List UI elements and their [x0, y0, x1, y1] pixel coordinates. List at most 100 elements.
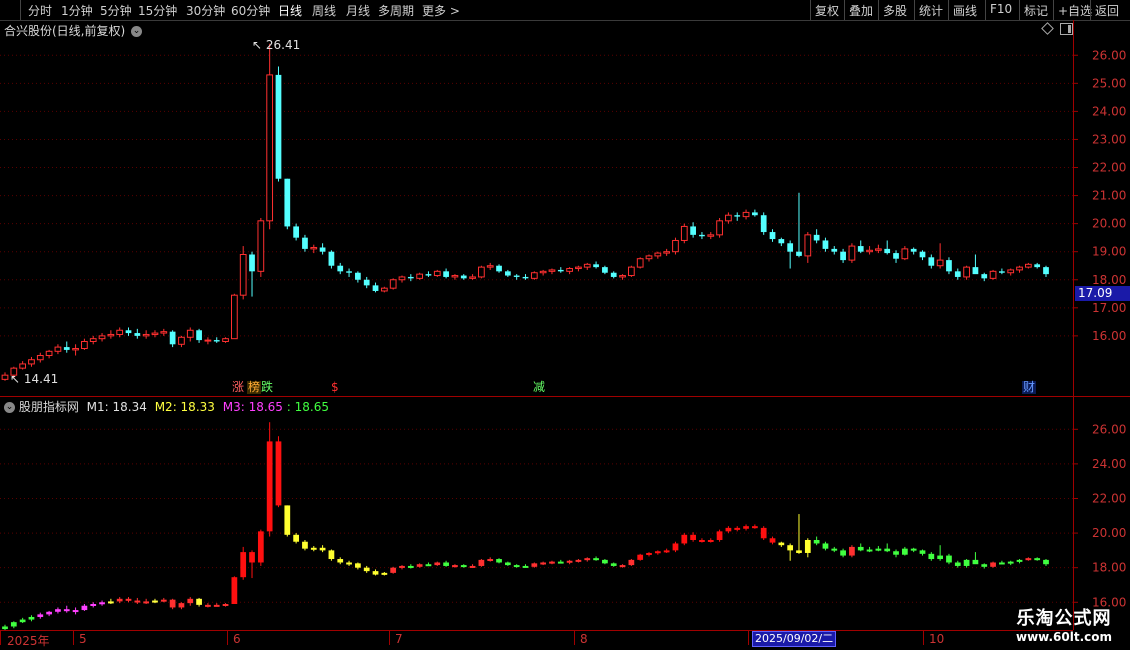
indicator-bar	[372, 571, 379, 575]
action-button-5[interactable]: F10	[990, 2, 1012, 16]
action-button-1[interactable]: 叠加	[849, 2, 873, 19]
candle-body	[1016, 266, 1023, 271]
current-price-tag: 17.09	[1075, 286, 1130, 301]
event-marker-5[interactable]: 财	[1022, 381, 1037, 394]
candle-body	[407, 276, 414, 279]
indicator-bar	[337, 559, 344, 563]
indicator-bar	[469, 565, 476, 568]
candle-body	[593, 264, 599, 268]
action-button-7[interactable]: +自选	[1058, 2, 1092, 19]
indicator-bar	[654, 551, 661, 554]
indicator-bar	[187, 598, 194, 604]
candle-body	[45, 350, 53, 357]
candle-body	[866, 249, 873, 253]
indicator-bar	[178, 603, 185, 608]
candle-body	[186, 329, 194, 338]
candle-body	[663, 251, 671, 254]
y-tick-label: 18.00	[1092, 273, 1126, 287]
indicator-bar	[407, 565, 414, 568]
candle-body	[222, 338, 229, 342]
indicator-bar	[1007, 561, 1014, 564]
y-tick-label: 20.00	[1092, 526, 1126, 540]
tab-period-2[interactable]: 5分钟	[100, 2, 132, 19]
indicator-bar	[646, 552, 652, 555]
tab-period-8[interactable]: 月线	[346, 2, 370, 19]
candle-body	[848, 245, 856, 261]
candle-body	[425, 274, 432, 276]
indicator-bar	[981, 564, 988, 567]
tab-period-5[interactable]: 60分钟	[231, 2, 270, 19]
time-label: 5	[79, 632, 87, 646]
candle-body	[804, 234, 812, 257]
candle-body	[513, 275, 520, 277]
tab-period-9[interactable]: 多周期	[378, 2, 414, 19]
candle-body	[134, 333, 141, 336]
tab-period-1[interactable]: 1分钟	[61, 2, 93, 19]
indicator-bar	[160, 599, 167, 602]
indicator-bar	[19, 619, 26, 623]
indicator-bar	[813, 540, 820, 544]
candle-body	[266, 74, 274, 222]
candle-body	[769, 232, 776, 240]
tab-period-4[interactable]: 30分钟	[186, 2, 225, 19]
candle-body	[831, 248, 838, 252]
candle-body	[946, 260, 952, 272]
collapse-icon[interactable]: ⌄	[4, 402, 15, 413]
action-button-4[interactable]: 画线	[953, 2, 977, 19]
candle-body	[734, 215, 741, 217]
action-button-8[interactable]: 返回	[1095, 2, 1119, 19]
tab-period-3[interactable]: 15分钟	[138, 2, 177, 19]
indicator-bar	[593, 558, 599, 561]
candle-body	[752, 212, 758, 216]
action-button-3[interactable]: 统计	[919, 2, 943, 19]
indicator-bar	[249, 552, 255, 563]
event-marker-2[interactable]: 跌	[260, 381, 274, 394]
candle-body	[778, 239, 785, 244]
indicator-bar	[81, 605, 88, 611]
tab-period-10[interactable]: 更多 >	[422, 2, 460, 19]
indicator-bar	[522, 565, 529, 568]
indicator-name: 股朋指标网	[18, 400, 79, 414]
panel-toggle-icon[interactable]	[1060, 23, 1073, 35]
action-button-2[interactable]: 多股	[883, 2, 907, 19]
candle-body	[699, 234, 705, 237]
indicator-bar	[787, 545, 794, 551]
indicator-bar	[222, 604, 229, 606]
tab-period-6[interactable]: 日线	[278, 2, 302, 19]
candle-body	[160, 331, 168, 334]
tab-period-0[interactable]: 分时	[28, 2, 52, 19]
indicator-bar	[416, 564, 423, 567]
candle-body	[107, 333, 115, 337]
candle-body	[151, 332, 159, 335]
chevron-down-icon[interactable]: ⌄	[131, 26, 143, 37]
y-tick-label: 26.00	[1092, 48, 1126, 62]
indicator-bar	[266, 441, 273, 532]
indicator-bar	[478, 559, 485, 566]
indicator-bar	[487, 559, 494, 562]
indicator-bar	[452, 565, 458, 568]
indicator-bar	[496, 559, 502, 563]
candle-body	[337, 265, 344, 272]
indicator-bar	[831, 548, 838, 551]
action-button-0[interactable]: 复权	[815, 2, 839, 19]
diamond-icon[interactable]	[1041, 22, 1054, 35]
chart-canvas[interactable]: 26.00 25.00 24.00 23.00 22.00 21.00 20.00 19.00…	[0, 0, 1130, 650]
indicator-bar	[866, 549, 873, 552]
indicator-bar	[275, 441, 282, 506]
indicator-bar	[425, 564, 432, 567]
action-button-6[interactable]: 标记	[1024, 2, 1048, 19]
tab-period-7[interactable]: 周线	[312, 2, 336, 19]
indicator-bar	[716, 531, 723, 540]
indicator-bar	[319, 547, 326, 551]
y-tick-label: 21.00	[1092, 189, 1126, 203]
candle-body	[690, 226, 696, 235]
event-marker-1[interactable]: 榜	[247, 381, 262, 394]
indicator-bar	[619, 565, 626, 568]
candle-body	[893, 253, 899, 259]
event-marker-0[interactable]: 涨	[231, 381, 245, 394]
event-marker-3[interactable]: $	[330, 381, 340, 394]
candle-body	[1034, 264, 1041, 268]
candle-body	[142, 333, 150, 337]
event-marker-4[interactable]: 减	[532, 381, 546, 394]
indicator-bar	[804, 540, 811, 553]
